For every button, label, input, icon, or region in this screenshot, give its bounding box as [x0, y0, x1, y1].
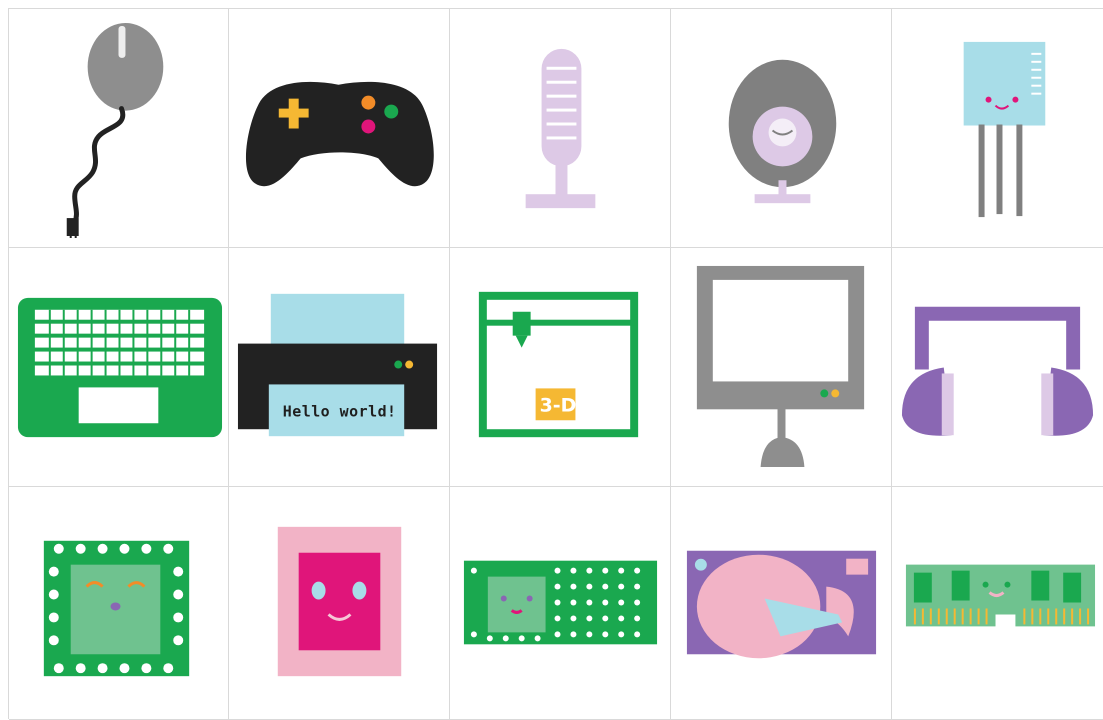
circuit-board-icon: [463, 560, 658, 645]
tile-webcam: [671, 9, 892, 248]
headphones-icon: [901, 306, 1094, 436]
tile-microphone: [450, 9, 671, 248]
cpu-chip-icon: [43, 540, 190, 677]
printer-icon: Hello world!: [237, 293, 438, 437]
tile-microchip: [229, 487, 450, 720]
tile-hard-drive: [671, 487, 892, 720]
tile-cpu: [9, 487, 229, 720]
printer-paper-text: Hello world!: [283, 402, 397, 420]
laptop-keyboard-icon: [17, 297, 223, 438]
ram-module-icon: [905, 564, 1096, 627]
icon-grid: Hello world! 3-D: [8, 8, 1103, 720]
microphone-icon: [525, 48, 596, 209]
3d-printer-label: 3-D: [540, 394, 577, 416]
microchip-icon: [277, 526, 402, 677]
tile-headphones: [892, 248, 1103, 487]
tile-sensor: [892, 9, 1103, 248]
sensor-chip-icon: [963, 41, 1046, 218]
webcam-icon: [728, 59, 837, 204]
tile-circuit-board: [450, 487, 671, 720]
tile-mouse: [9, 9, 229, 248]
monitor-icon: [696, 265, 865, 468]
tile-monitor: [671, 248, 892, 487]
tile-controller: [229, 9, 450, 248]
tile-3d-printer: 3-D: [450, 248, 671, 487]
3d-printer-icon: 3-D: [478, 291, 639, 438]
tile-printer: Hello world!: [229, 248, 450, 487]
game-controller-icon: [245, 81, 434, 187]
tile-ram: [892, 487, 1103, 720]
computer-mouse-icon: [66, 22, 164, 238]
hard-drive-icon: [686, 550, 877, 659]
tile-laptop: [9, 248, 229, 487]
